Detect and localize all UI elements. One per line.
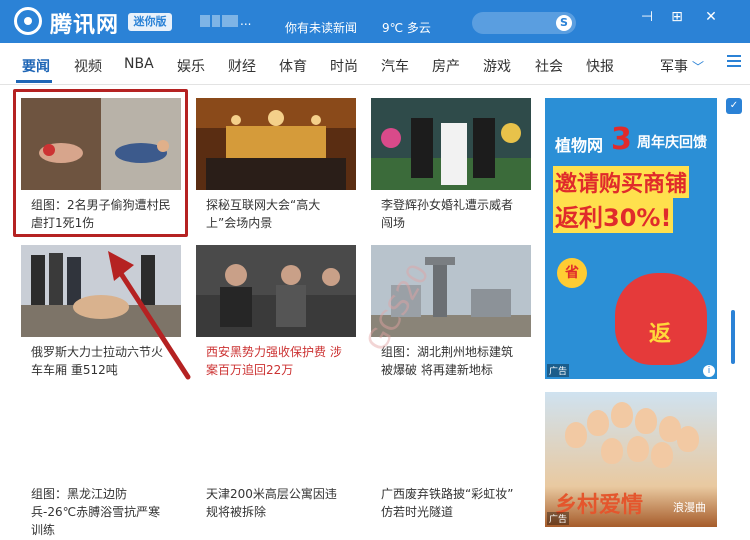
- money-bag-label: 返: [649, 322, 672, 347]
- tab-video[interactable]: 视频: [74, 56, 102, 76]
- tab-yaowen[interactable]: 要闻: [22, 56, 50, 76]
- edition-badge: 迷你版: [128, 13, 172, 31]
- ad-headline: 邀请购买商铺: [553, 166, 690, 198]
- ad-title: 植物网: [555, 132, 603, 156]
- weather-status[interactable]: 9℃ 多云: [382, 19, 431, 36]
- news-caption: 西安黑势力强收保护费 涉案百万追回22万: [206, 345, 342, 377]
- user-info-ellipsis: ...: [240, 14, 252, 28]
- news-caption: 李登辉孙女婚礼遭示威者闯场: [381, 198, 514, 230]
- ad-label: 广告: [547, 364, 570, 377]
- news-caption: 天津200米高层公寓因违规将被拆除: [206, 487, 337, 519]
- more-channel-label: 军事: [660, 59, 688, 75]
- cast-photo: [565, 402, 699, 472]
- tab-society[interactable]: 社会: [535, 56, 563, 76]
- active-tab-indicator: [16, 80, 52, 83]
- news-card[interactable]: 组图：湖北荆州地标建筑被爆破 将再建新地标: [371, 245, 531, 377]
- ad-title-rest: 周年庆回馈: [637, 135, 707, 151]
- tab-express[interactable]: 快报: [586, 56, 614, 76]
- coin-icon: 省: [557, 258, 587, 288]
- news-image: [371, 245, 531, 337]
- tab-finance[interactable]: 财经: [228, 56, 256, 76]
- news-image: [371, 98, 531, 190]
- side-advertisement-2[interactable]: 乡村爱情 浪漫曲 广告: [545, 392, 717, 527]
- chevron-down-icon: ﹀: [692, 60, 705, 74]
- ad-rebate: 返利30%!: [553, 198, 674, 233]
- tab-fashion[interactable]: 时尚: [330, 56, 358, 76]
- brand-title: 腾讯网: [50, 13, 120, 38]
- news-card[interactable]: 天津200米高层公寓因违规将被拆除: [196, 485, 356, 525]
- news-card[interactable]: 李登辉孙女婚礼遭示威者闯场: [371, 98, 531, 230]
- more-channels-dropdown[interactable]: 军事 ﹀: [660, 56, 704, 76]
- tab-auto[interactable]: 汽车: [381, 56, 409, 76]
- news-caption: 组图：黑龙江边防兵-26℃赤膊浴雪抗严寒训练: [31, 487, 161, 537]
- title-bar: 腾讯网 迷你版 ... 你有未读新闻 9℃ 多云 S ⊣ ⊞ ✕: [0, 0, 750, 43]
- highlight-frame: [13, 89, 188, 237]
- ad-title-brand: 植物网: [555, 136, 604, 155]
- tab-house[interactable]: 房产: [432, 56, 460, 76]
- annotation-arrow-icon: [108, 251, 191, 380]
- close-icon[interactable]: ✕: [700, 6, 722, 28]
- news-caption: 探秘互联网大会“高大上”会场内景: [206, 198, 321, 230]
- ad-show-subtitle: 浪漫曲: [673, 501, 706, 514]
- ad-info-icon[interactable]: i: [703, 365, 715, 377]
- ad-label: 广告: [547, 512, 570, 525]
- news-caption: 广西废弃铁路披“彩虹妆” 仿若时光隧道: [381, 487, 514, 519]
- scrollbar-thumb[interactable]: [731, 310, 735, 364]
- search-box[interactable]: S: [472, 12, 576, 34]
- news-image: [196, 245, 356, 337]
- news-card[interactable]: 西安黑势力强收保护费 涉案百万追回22万: [196, 245, 356, 377]
- tab-nba[interactable]: NBA: [124, 56, 154, 72]
- pin-icon[interactable]: ⊣: [636, 6, 658, 28]
- tencent-logo-icon: [14, 7, 42, 35]
- news-image: [196, 98, 356, 190]
- tab-games[interactable]: 游戏: [483, 56, 511, 76]
- unread-news-link[interactable]: 你有未读新闻: [285, 19, 357, 36]
- notification-badge-icon[interactable]: ✓: [726, 98, 742, 114]
- news-card[interactable]: 探秘互联网大会“高大上”会场内景: [196, 98, 356, 230]
- user-info-masked[interactable]: ...: [200, 15, 260, 29]
- news-card[interactable]: 组图：黑龙江边防兵-26℃赤膊浴雪抗严寒训练: [21, 485, 181, 537]
- news-caption: 组图：湖北荆州地标建筑被爆破 将再建新地标: [381, 345, 514, 377]
- maximize-icon[interactable]: ⊞: [666, 6, 688, 28]
- channel-nav: 要闻 视频 NBA 娱乐 财经 体育 时尚 汽车 房产 游戏 社会 快报 军事 ﹀: [0, 43, 750, 85]
- tab-entertainment[interactable]: 娱乐: [177, 56, 205, 76]
- tab-sports[interactable]: 体育: [279, 56, 307, 76]
- ad-anniversary-number: 3: [611, 122, 632, 157]
- news-card[interactable]: 广西废弃铁路披“彩虹妆” 仿若时光隧道: [371, 485, 531, 525]
- side-advertisement[interactable]: 植物网 3 周年庆回馈 邀请购买商铺 返利30%! 省 返 广告 i: [545, 98, 717, 379]
- menu-icon[interactable]: [727, 55, 741, 69]
- search-icon[interactable]: S: [556, 15, 572, 31]
